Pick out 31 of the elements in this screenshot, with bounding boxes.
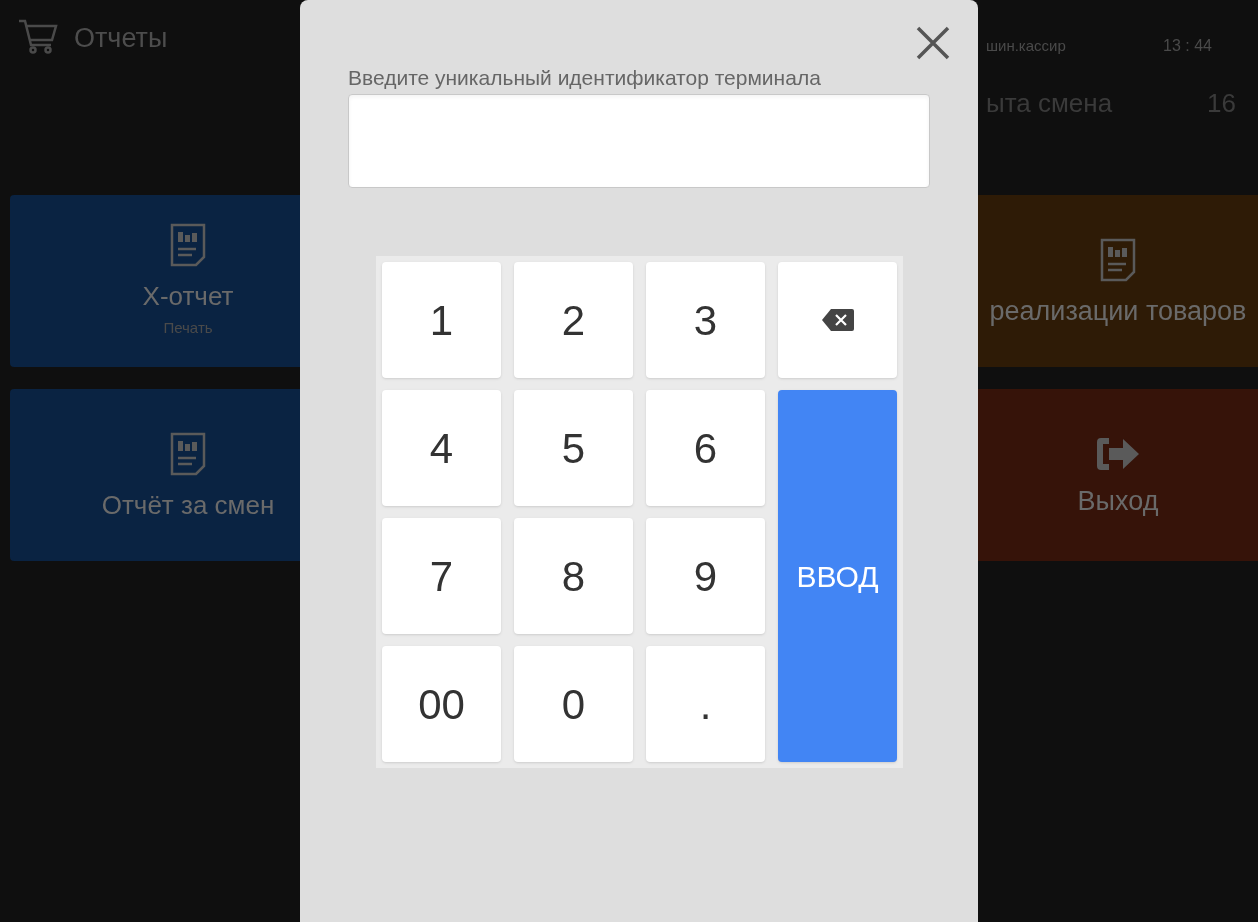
close-button[interactable] xyxy=(914,24,952,62)
number-key[interactable]: 5 xyxy=(514,390,633,506)
number-key[interactable]: 2 xyxy=(514,262,633,378)
report-icon xyxy=(170,432,206,476)
terminal-id-field[interactable] xyxy=(348,94,930,188)
number-key[interactable]: 1 xyxy=(382,262,501,378)
backspace-key[interactable] xyxy=(778,262,897,378)
tile-title: реализации товаров xyxy=(989,297,1247,325)
number-key[interactable]: 0 xyxy=(514,646,633,762)
number-key[interactable]: . xyxy=(646,646,765,762)
tile-title: X-отчет xyxy=(142,282,234,309)
enter-key[interactable]: ВВОД xyxy=(778,390,897,762)
number-key[interactable]: 9 xyxy=(646,518,765,634)
number-key[interactable]: 8 xyxy=(514,518,633,634)
backspace-icon xyxy=(820,308,855,332)
exit-icon xyxy=(1095,435,1141,472)
number-key[interactable]: 3 xyxy=(646,262,765,378)
report-icon xyxy=(170,222,206,267)
number-key[interactable]: 00 xyxy=(382,646,501,762)
cart-icon xyxy=(18,18,58,54)
report-icon xyxy=(1100,237,1136,282)
number-key[interactable]: 7 xyxy=(382,518,501,634)
tile-title: Выход xyxy=(1077,487,1159,515)
number-key[interactable]: 6 xyxy=(646,390,765,506)
user-name: шин.кассир xyxy=(986,35,1066,56)
clock-time: 13 : 44 xyxy=(1163,36,1212,56)
tile-subtitle: Печать xyxy=(163,317,213,338)
number-key[interactable]: 4 xyxy=(382,390,501,506)
tile-title: Отчёт за смен xyxy=(101,492,275,518)
field-label: Введите уникальный идентификатор терминала xyxy=(348,65,822,91)
page-title: Отчеты xyxy=(74,22,168,55)
